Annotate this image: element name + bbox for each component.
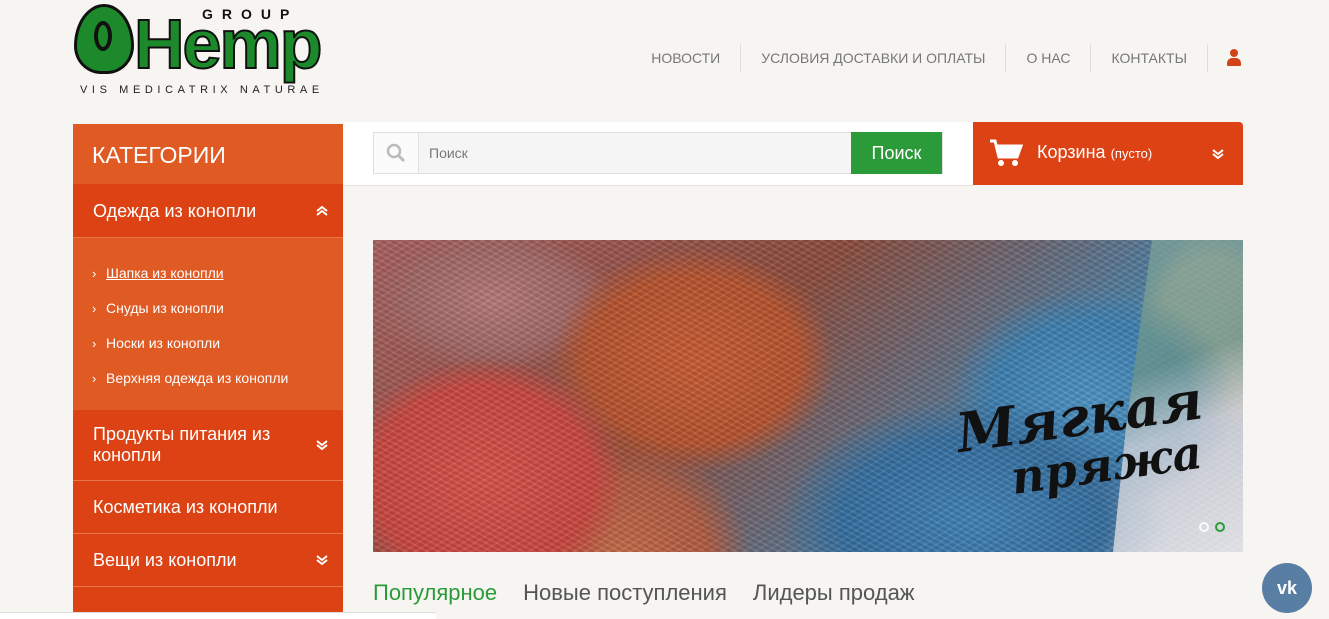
tab-bestsellers[interactable]: Лидеры продаж xyxy=(753,580,915,606)
tab-popular[interactable]: Популярное xyxy=(373,580,497,606)
logo-tagline: VIS MEDICATRIX NATURAE xyxy=(80,84,324,96)
cart-icon xyxy=(990,139,1023,166)
search-icon[interactable] xyxy=(374,133,419,173)
chevron-down-icon[interactable] xyxy=(315,438,329,452)
tab-new-arrivals[interactable]: Новые поступления xyxy=(523,580,727,606)
nav-about[interactable]: О НАС xyxy=(1006,44,1092,72)
category-clothing[interactable]: Одежда из конопли xyxy=(73,184,343,238)
category-cosmetics[interactable]: Косметика из конопли xyxy=(73,481,343,534)
slider-dot[interactable] xyxy=(1199,522,1209,532)
nav-delivery-payment[interactable]: УСЛОВИЯ ДОСТАВКИ И ОПЛАТЫ xyxy=(741,44,1007,72)
chevron-right-icon: › xyxy=(92,336,97,351)
chevron-right-icon: › xyxy=(92,371,97,386)
vk-icon[interactable]: vk xyxy=(1262,563,1312,613)
category-label: Вещи из конопли xyxy=(93,550,237,570)
category-label: Косметика из конопли xyxy=(93,497,278,517)
subcategory-socks[interactable]: › Носки из конопли xyxy=(73,326,343,361)
subcategory-hats[interactable]: › Шапка из конопли xyxy=(73,256,343,291)
category-label: Продукты питания из конопли xyxy=(93,424,271,465)
cart-title: Корзина xyxy=(1037,142,1106,162)
category-food[interactable]: Продукты питания из конопли xyxy=(73,410,343,481)
subcategory-snoods[interactable]: › Снуды из конопли xyxy=(73,291,343,326)
top-navigation: НОВОСТИ УСЛОВИЯ ДОСТАВКИ И ОПЛАТЫ О НАС … xyxy=(631,44,1241,72)
sidebar-title: КАТЕГОРИИ xyxy=(73,124,343,184)
site-logo[interactable]: GROUP Hemp VIS MEDICATRIX NATURAE xyxy=(72,0,347,100)
slider-dot-active[interactable] xyxy=(1215,522,1225,532)
nav-contacts[interactable]: КОНТАКТЫ xyxy=(1091,44,1208,72)
nav-news[interactable]: НОВОСТИ xyxy=(631,44,742,72)
search-box: Поиск xyxy=(373,132,943,174)
cart-label: Корзина (пусто) xyxy=(1037,142,1152,163)
product-tabs: Популярное Новые поступления Лидеры прод… xyxy=(373,580,915,606)
subcategory-outerwear[interactable]: › Верхняя одежда из конопли xyxy=(73,361,343,396)
logo-brand-text: Hemp xyxy=(133,4,323,84)
hemp-leaf-icon xyxy=(74,4,134,74)
category-sidebar: КАТЕГОРИИ Одежда из конопли › Шапка из к… xyxy=(73,124,343,618)
search-button[interactable]: Поиск xyxy=(851,132,942,174)
category-items[interactable]: Вещи из конопли xyxy=(73,534,343,587)
category-label: Одежда из конопли xyxy=(93,201,257,221)
search-bar: Поиск xyxy=(343,122,973,186)
subcategory-label: Верхняя одежда из конопли xyxy=(106,370,289,386)
chevron-up-icon[interactable] xyxy=(315,204,329,218)
promo-banner[interactable]: Мягкая пряжа xyxy=(373,240,1243,552)
chevron-down-icon[interactable] xyxy=(315,553,329,567)
subcategory-label: Шапка из конопли xyxy=(106,265,224,281)
subcategory-label: Носки из конопли xyxy=(106,335,221,351)
chevron-right-icon: › xyxy=(92,301,97,316)
chevron-right-icon: › xyxy=(92,266,97,281)
slider-dots xyxy=(1199,522,1225,532)
chevron-down-icon[interactable] xyxy=(1211,147,1225,161)
user-icon xyxy=(1226,49,1241,67)
subcategory-list: › Шапка из конопли › Снуды из конопли › … xyxy=(73,238,343,410)
cart-button[interactable]: Корзина (пусто) xyxy=(973,122,1243,185)
subcategory-label: Снуды из конопли xyxy=(106,300,224,316)
cart-status: (пусто) xyxy=(1110,146,1153,161)
search-input[interactable] xyxy=(419,133,852,173)
user-account-button[interactable] xyxy=(1208,49,1241,67)
